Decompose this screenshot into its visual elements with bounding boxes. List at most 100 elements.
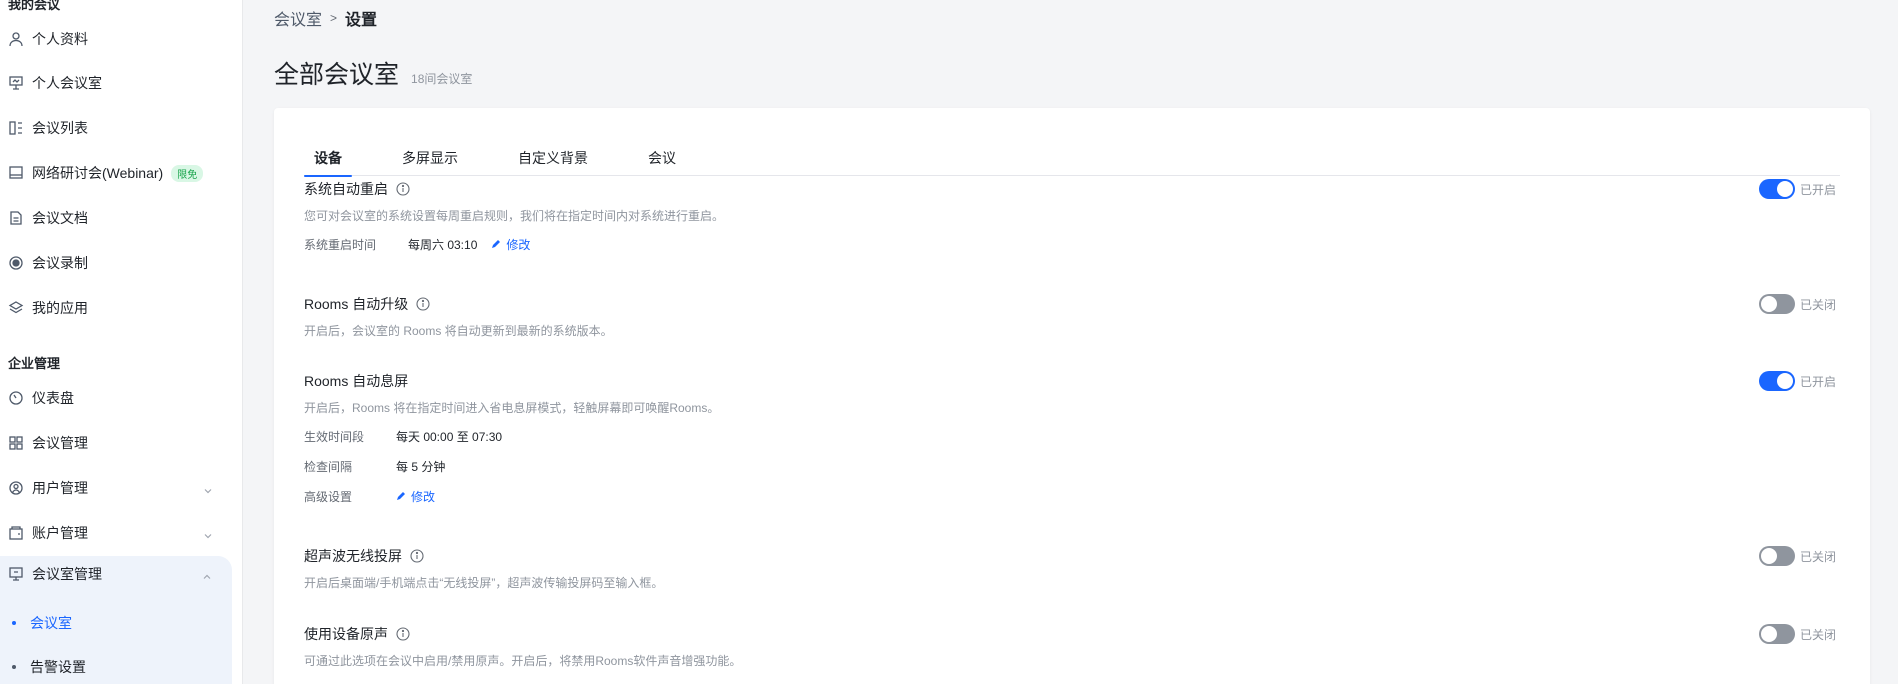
bullet-dot (12, 621, 16, 625)
setting-auto-sleep: Rooms 自动息屏 开启后，Rooms 将在指定时间进入省电息屏模式，轻触屏幕… (304, 371, 1844, 504)
setting-title: 系统自动重启 (304, 179, 1844, 199)
section-title-enterprise: 企业管理 (8, 356, 61, 371)
tab-multi-screen[interactable]: 多屏显示 (392, 140, 468, 176)
layers-icon (8, 300, 24, 316)
setting-original-sound: 使用设备原声 可通过此选项在会议中启用/禁用原声。开启后，将禁用Rooms软件声… (304, 624, 1844, 668)
reboot-time-label: 系统重启时间 (304, 237, 377, 252)
setting-title-text: 使用设备原声 (304, 626, 388, 642)
sidebar-subitem-label: 会议室 (30, 615, 72, 631)
meeting-room-management-group: 会议室管理 会议室 告警设置 (0, 556, 232, 684)
sidebar-item-room-management[interactable]: 会议室管理 (0, 556, 232, 592)
info-icon[interactable] (396, 182, 410, 196)
setting-title: Rooms 自动息屏 (304, 371, 1844, 391)
pencil-icon (492, 240, 501, 248)
sidebar-item-label: 会议录制 (32, 255, 88, 271)
user-circle-icon (8, 480, 24, 496)
setting-title-text: 超声波无线投屏 (304, 548, 402, 564)
page-title: 全部会议室 18间会议室 (274, 55, 472, 91)
free-badge: 限免 (171, 164, 204, 182)
setting-description: 开启后，Rooms 将在指定时间进入省电息屏模式，轻触屏幕即可唤醒Rooms。 (304, 401, 720, 415)
edit-advanced-settings-button[interactable]: 修改 (396, 488, 435, 505)
toggle-group: 已关闭 (1758, 546, 1836, 566)
setting-title-text: Rooms 自动升级 (304, 296, 409, 312)
sidebar-item-label: 仪表盘 (32, 390, 74, 406)
reboot-time-row: 系统重启时间 每周六 03:10 修改 (304, 236, 1844, 252)
toggle-knob (1760, 548, 1777, 564)
toggle-state-text: 已开启 (1799, 182, 1836, 197)
sidebar-item-label: 个人资料 (32, 31, 88, 47)
monitor-icon (8, 165, 24, 181)
breadcrumb: 会议室 > 设置 (274, 6, 377, 30)
sidebar-item-personal-room[interactable]: 个人会议室 (0, 65, 242, 101)
sidebar-item-account-management[interactable]: 账户管理 (0, 515, 242, 551)
chevron-up-icon[interactable] (202, 569, 212, 579)
tab-bar: 设备 多屏显示 自定义背景 会议 (304, 140, 1840, 177)
info-icon[interactable] (416, 297, 430, 311)
sidebar-item-recordings[interactable]: 会议录制 (0, 245, 242, 281)
toggle-state-text: 已开启 (1799, 374, 1836, 389)
edit-reboot-time-button[interactable]: 修改 (491, 236, 530, 253)
edit-label: 修改 (506, 237, 531, 252)
sidebar-subitem-label: 告警设置 (30, 659, 86, 675)
sidebar-item-label: 会议列表 (32, 120, 88, 136)
effective-period-row: 生效时间段 每天 00:00 至 07:30 (304, 428, 1844, 444)
toggle-knob (1776, 373, 1793, 389)
section-title-my-meetings: 我的会议 (8, 0, 61, 12)
chevron-down-icon[interactable] (203, 483, 213, 494)
sidebar-item-label: 我的应用 (32, 300, 88, 316)
toggle-state-text: 已关闭 (1799, 627, 1836, 642)
tab-devices[interactable]: 设备 (304, 140, 352, 177)
presentation-board-icon (8, 566, 24, 582)
auto-sleep-toggle[interactable] (1758, 371, 1795, 391)
sidebar-item-label: 会议文档 (32, 210, 88, 226)
setting-title: 超声波无线投屏 (304, 546, 1844, 566)
setting-ultrasonic-cast: 超声波无线投屏 开启后桌面端/手机端点击“无线投屏”，超声波传输投屏码至输入框。… (304, 546, 1844, 590)
setting-description: 开启后桌面端/手机端点击“无线投屏”，超声波传输投屏码至输入框。 (304, 576, 664, 590)
sidebar-subitem-meeting-room[interactable]: 会议室 (0, 605, 232, 641)
toggle-state-text: 已关闭 (1799, 549, 1836, 564)
sidebar-subitem-alert-settings[interactable]: 告警设置 (0, 649, 232, 684)
document-icon (8, 210, 24, 226)
pencil-icon (397, 492, 405, 500)
sidebar-item-label: 会议管理 (32, 435, 88, 451)
setting-auto-reboot: 系统自动重启 您可对会议室的系统设置每周重启规则，我们将在指定时间内对系统进行重… (304, 179, 1844, 252)
sidebar-item-dashboard[interactable]: 仪表盘 (0, 380, 242, 416)
ultrasonic-cast-toggle[interactable] (1758, 546, 1795, 566)
advanced-settings-label: 高级设置 (304, 489, 353, 504)
settings-card: 设备 多屏显示 自定义背景 会议 系统自动重启 您可对会议室的系统设置每周重启规… (274, 108, 1870, 684)
info-icon[interactable] (410, 549, 424, 563)
sidebar-item-profile[interactable]: 个人资料 (0, 21, 242, 57)
setting-title-text: 系统自动重启 (304, 181, 388, 197)
chevron-down-icon[interactable] (203, 528, 213, 539)
setting-description: 开启后，会议室的 Rooms 将自动更新到最新的系统版本。 (304, 324, 613, 338)
original-sound-toggle[interactable] (1758, 624, 1795, 644)
setting-description: 您可对会议室的系统设置每周重启规则，我们将在指定时间内对系统进行重启。 (304, 209, 725, 223)
sidebar-item-label: 个人会议室 (32, 75, 102, 91)
setting-title: Rooms 自动升级 (304, 294, 1844, 314)
tab-meeting[interactable]: 会议 (638, 140, 686, 176)
sidebar-item-user-management[interactable]: 用户管理 (0, 470, 242, 506)
auto-upgrade-toggle[interactable] (1758, 294, 1795, 314)
sidebar-item-meeting-management[interactable]: 会议管理 (0, 425, 242, 461)
breadcrumb-separator: > (330, 11, 338, 25)
sidebar-item-meeting-docs[interactable]: 会议文档 (0, 200, 242, 236)
info-icon[interactable] (396, 627, 410, 641)
toggle-group: 已关闭 (1758, 294, 1836, 314)
reboot-time-value: 每周六 03:10 (408, 237, 478, 252)
tab-custom-background[interactable]: 自定义背景 (508, 140, 598, 176)
breadcrumb-parent-link[interactable]: 会议室 (274, 6, 322, 30)
sidebar-item-webinar[interactable]: 网络研讨会(Webinar) 限免 (0, 155, 242, 191)
auto-reboot-toggle[interactable] (1758, 179, 1795, 199)
toggle-knob (1776, 181, 1793, 197)
sidebar: 我的会议 个人资料 个人会议室 会议列表 网络研讨会(Webinar) 限免 会… (0, 0, 243, 684)
check-interval-label: 检查间隔 (304, 459, 353, 474)
setting-title-text: Rooms 自动息屏 (304, 373, 409, 389)
edit-label: 修改 (411, 489, 436, 504)
sidebar-item-meeting-list[interactable]: 会议列表 (0, 110, 242, 146)
grid-icon (8, 435, 24, 451)
toggle-state-text: 已关闭 (1799, 297, 1836, 312)
check-interval-row: 检查间隔 每 5 分钟 (304, 458, 1844, 474)
toggle-knob (1760, 296, 1777, 312)
sidebar-item-label: 账户管理 (32, 525, 88, 541)
sidebar-item-my-apps[interactable]: 我的应用 (0, 290, 242, 326)
